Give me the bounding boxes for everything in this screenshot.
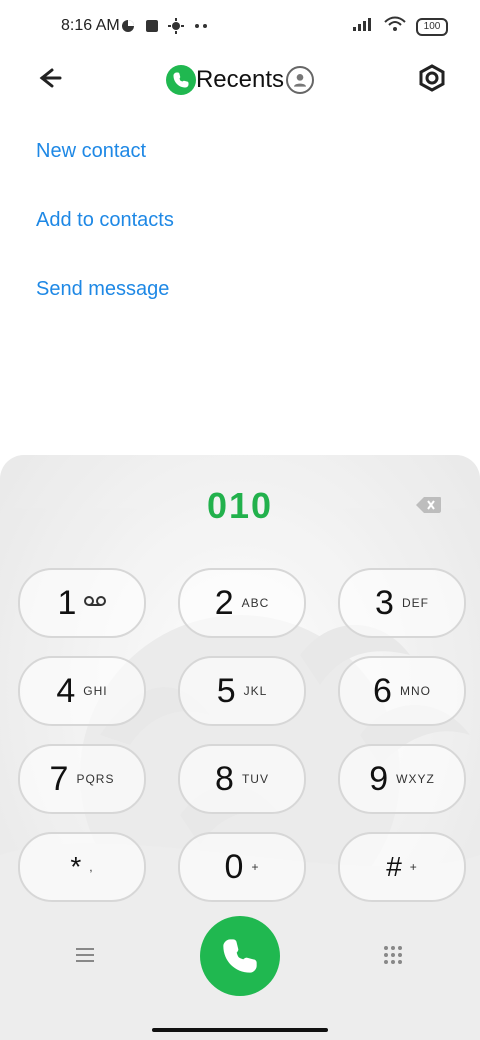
menu-button[interactable] <box>74 944 96 966</box>
battery-indicator: 100 <box>416 17 448 36</box>
person-icon <box>286 66 315 94</box>
key-sub: DEF <box>401 596 429 610</box>
settings-button[interactable] <box>416 62 448 94</box>
app-header: Recents <box>0 56 480 108</box>
key-sub: TUV <box>241 772 269 786</box>
key-sub: , <box>89 860 94 874</box>
title-wrap: Recents <box>0 62 480 98</box>
key-0[interactable]: 0 + <box>178 832 306 902</box>
voicemail-icon <box>84 594 107 612</box>
key-9[interactable]: 9 WXYZ <box>338 744 466 814</box>
dialpad-icon <box>384 946 402 964</box>
key-sub: WXYZ <box>396 772 435 786</box>
key-3[interactable]: 3 DEF <box>338 568 466 638</box>
key-sub: MNO <box>399 684 431 698</box>
key-6[interactable]: 6 MNO <box>338 656 466 726</box>
menu-icon <box>76 948 94 962</box>
key-hash[interactable]: # + <box>338 832 466 902</box>
status-left-icons <box>120 18 210 39</box>
key-main: 6 <box>373 671 392 710</box>
key-main: 4 <box>56 671 76 710</box>
key-7[interactable]: 7 PQRS <box>18 744 146 814</box>
dialed-number: 010 <box>206 485 274 526</box>
data-saver-icon <box>120 18 136 39</box>
add-to-contacts-link[interactable]: Add to contacts <box>36 209 174 232</box>
key-sub: GHI <box>83 684 108 698</box>
key-main: 2 <box>214 583 234 622</box>
battery-percentage: 100 <box>423 21 441 32</box>
key-main: 9 <box>369 759 389 798</box>
call-button[interactable] <box>200 916 280 996</box>
phone-icon <box>223 939 257 973</box>
key-sub: JKL <box>243 684 268 698</box>
status-time: 8:16 AM <box>61 17 120 34</box>
key-main: 5 <box>216 671 236 710</box>
quick-actions: New contact Add to contacts Send message <box>36 140 174 347</box>
key-star[interactable]: * , <box>18 832 146 902</box>
key-main: * <box>70 851 82 882</box>
square-icon <box>144 18 160 39</box>
key-1[interactable]: 1 <box>18 568 146 638</box>
backspace-icon <box>416 497 441 513</box>
key-sub: ABC <box>241 596 270 610</box>
home-indicator[interactable] <box>152 1028 328 1032</box>
backspace-button[interactable] <box>414 496 442 514</box>
key-main: 3 <box>375 583 394 622</box>
key-main: 8 <box>215 759 234 798</box>
dialpad-toggle-button[interactable] <box>382 944 404 966</box>
key-sub: + <box>251 860 260 874</box>
phone-icon <box>165 65 196 95</box>
key-5[interactable]: 5 JKL <box>178 656 306 726</box>
gear-icon <box>168 18 184 39</box>
key-2[interactable]: 2 ABC <box>178 568 306 638</box>
key-main: # <box>386 851 402 882</box>
key-sub: + <box>409 860 418 874</box>
wifi-icon <box>384 16 406 37</box>
key-main: 7 <box>49 759 69 798</box>
status-bar: 8:16 AM 100 <box>0 0 480 56</box>
key-main: 1 <box>57 583 77 622</box>
key-sub: PQRS <box>76 772 115 786</box>
new-contact-link[interactable]: New contact <box>36 140 174 163</box>
key-8[interactable]: 8 TUV <box>178 744 306 814</box>
status-right-icons: 100 <box>352 16 448 37</box>
send-message-link[interactable]: Send message <box>36 278 174 301</box>
settings-icon <box>419 64 445 92</box>
key-4[interactable]: 4 GHI <box>18 656 146 726</box>
signal-icon <box>352 16 374 37</box>
key-main: 0 <box>224 847 244 886</box>
page-title: Recents <box>195 66 285 93</box>
more-dots-icon <box>192 18 210 39</box>
